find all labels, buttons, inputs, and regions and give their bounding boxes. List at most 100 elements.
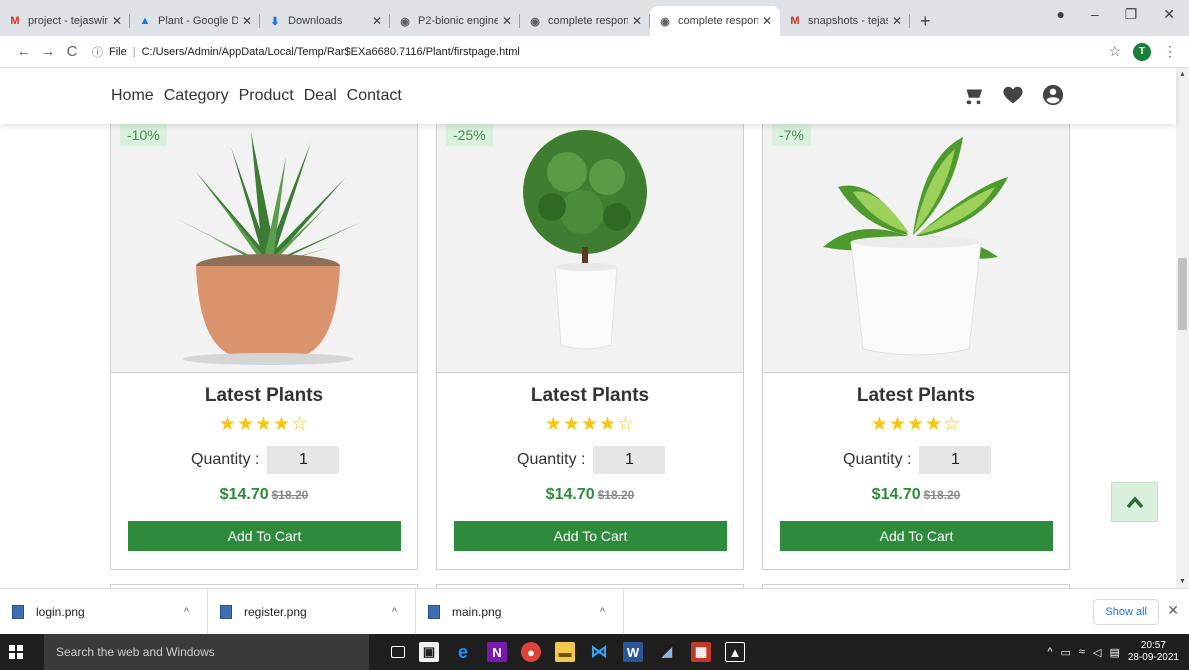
browser-tab[interactable]: ◉ P2-bionic engine ✕ — [390, 6, 520, 36]
show-all-button[interactable]: Show all — [1093, 599, 1159, 625]
vscode-icon[interactable]: ⋈ — [589, 642, 609, 662]
menu-kebab-icon[interactable]: ⋮ — [1163, 43, 1177, 60]
chevron-up-icon[interactable]: ^ — [184, 606, 189, 618]
browser-tab[interactable]: Mproject - tejaswin ✕ — [0, 6, 130, 36]
drive-icon: ▲ — [139, 15, 151, 27]
chrome-icon[interactable]: ● — [521, 642, 541, 662]
download-filename: main.png — [452, 604, 502, 619]
download-item[interactable]: register.png ^ — [208, 588, 416, 635]
edge-browser-icon[interactable]: e — [453, 642, 473, 662]
quantity-input[interactable]: 1 — [267, 446, 340, 474]
clock-time: 20:57 — [1140, 640, 1166, 651]
tray-chevron-icon[interactable]: ^ — [1047, 646, 1052, 658]
back-button[interactable]: ← — [12, 43, 36, 60]
new-tab-button[interactable]: + — [910, 6, 941, 36]
chevron-up-icon[interactable]: ^ — [600, 606, 605, 618]
main-nav: Home Category Product Deal Contact — [111, 87, 402, 105]
add-to-cart-button[interactable]: Add To Cart — [780, 521, 1053, 551]
tab-title: snapshots - tejas — [808, 15, 888, 27]
tab-close-icon[interactable]: ✕ — [112, 14, 122, 28]
quantity-input[interactable]: 1 — [593, 446, 666, 474]
page-scrollbar[interactable]: ▲ ▼ — [1176, 68, 1189, 588]
tab-close-icon[interactable]: ✕ — [502, 14, 512, 28]
globe-icon: ◉ — [530, 15, 540, 28]
close-icon[interactable]: ✕ — [1167, 602, 1179, 619]
info-icon[interactable]: ⓘ — [92, 44, 103, 60]
browser-tab[interactable]: ▲ Plant - Google Dr ✕ — [130, 6, 260, 36]
old-price: $18.20 — [271, 488, 309, 502]
download-item[interactable]: main.png ^ — [416, 588, 624, 635]
volume-icon[interactable]: ◁ — [1093, 646, 1101, 659]
scrollbar-thumb[interactable] — [1178, 258, 1187, 330]
image-file-icon — [220, 604, 232, 619]
tab-close-icon[interactable]: ✕ — [762, 14, 772, 28]
close-window-button[interactable]: ✕ — [1163, 6, 1175, 23]
url-text: C:/Users/Admin/AppData/Local/Temp/Rar$EX… — [141, 45, 520, 58]
task-view-icon[interactable] — [391, 646, 405, 658]
product-card: -10% Latest Plants ★★★★☆ Quantity : 1 $1… — [110, 116, 418, 570]
tab-close-icon[interactable]: ✕ — [892, 14, 902, 28]
profile-circle-icon[interactable]: ● — [1056, 6, 1064, 23]
file-explorer-icon[interactable]: ▬ — [555, 642, 575, 662]
nav-home[interactable]: Home — [111, 87, 154, 105]
notification-icon[interactable]: ▤ — [1109, 646, 1119, 659]
onenote-icon[interactable]: N — [487, 642, 507, 662]
taskbar-search-input[interactable]: Search the web and Windows — [44, 634, 369, 670]
heart-icon[interactable] — [1002, 84, 1024, 106]
browser-tab[interactable]: ◉ complete respon ✕ — [520, 6, 650, 36]
word-icon[interactable]: W — [623, 642, 643, 662]
browser-tab[interactable]: Msnapshots - tejas ✕ — [780, 6, 910, 36]
download-item[interactable]: login.png ^ — [0, 588, 208, 635]
tab-close-icon[interactable]: ✕ — [632, 14, 642, 28]
quantity-input[interactable]: 1 — [919, 446, 992, 474]
user-account-icon[interactable] — [1042, 84, 1064, 106]
start-button[interactable] — [0, 634, 32, 670]
download-filename: register.png — [244, 604, 307, 619]
product-card: -25% Latest Plants ★★★★☆ Quantity : 1 $1… — [436, 116, 744, 570]
browser-tab[interactable]: ⬇ Downloads ✕ — [260, 6, 390, 36]
store-icon[interactable]: ▣ — [419, 642, 439, 662]
chevron-up-icon[interactable]: ^ — [392, 606, 397, 618]
system-tray: ^ ▭ ≈ ◁ ▤ 20:57 28-09-2021 — [1047, 634, 1179, 670]
browser-tab-strip: Mproject - tejaswin ✕ ▲ Plant - Google Dr ✕ ⬇… — [0, 0, 1189, 36]
forward-button[interactable]: → — [36, 43, 60, 60]
reload-button[interactable]: C — [60, 43, 84, 60]
app-feather-icon[interactable]: ◢ — [657, 642, 677, 662]
profile-avatar[interactable]: T — [1133, 42, 1151, 61]
windows-logo-icon — [9, 645, 23, 659]
scroll-up-arrow-icon[interactable]: ▲ — [1179, 71, 1186, 78]
nav-deal[interactable]: Deal — [304, 87, 337, 105]
app-grid-icon[interactable]: ▦ — [691, 642, 711, 662]
current-price: $14.70 — [219, 486, 269, 503]
tab-close-icon[interactable]: ✕ — [242, 14, 252, 28]
tab-title: complete respon — [548, 15, 628, 27]
url-field[interactable]: ⓘ File | C:/Users/Admin/AppData/Local/Te… — [92, 40, 1108, 64]
minimize-button[interactable]: – — [1091, 6, 1099, 23]
browser-tab[interactable]: ◉ complete respon ✕ — [650, 6, 780, 36]
add-to-cart-button[interactable]: Add To Cart — [454, 521, 727, 551]
product-card: -7% Latest Plants ★★★★☆ Quantity: 1 $14… — [762, 116, 1070, 570]
nav-category[interactable]: Category — [164, 87, 229, 105]
discount-badge: -25% — [446, 124, 493, 146]
globe-icon: ◉ — [400, 15, 410, 28]
scroll-down-arrow-icon[interactable]: ▼ — [1179, 578, 1186, 585]
battery-icon[interactable]: ▭ — [1061, 646, 1071, 659]
photos-icon[interactable]: ▲ — [725, 642, 745, 662]
url-separator: | — [132, 45, 136, 58]
bookmark-star-icon[interactable]: ☆ — [1108, 43, 1121, 60]
quantity-row: Quantity : 1 — [191, 446, 340, 474]
add-to-cart-button[interactable]: Add To Cart — [128, 521, 401, 551]
taskbar-clock[interactable]: 20:57 28-09-2021 — [1128, 640, 1179, 664]
discount-badge: -10% — [120, 124, 167, 146]
current-price: $14.70 — [545, 486, 595, 503]
dieffenbachia-plant-image — [823, 137, 1008, 356]
nav-product[interactable]: Product — [239, 87, 294, 105]
shopping-cart-icon[interactable] — [962, 84, 984, 106]
tab-close-icon[interactable]: ✕ — [372, 14, 382, 28]
wifi-icon[interactable]: ≈ — [1079, 646, 1085, 658]
rating-stars: ★★★★☆ — [870, 414, 962, 435]
restore-button[interactable]: ❐ — [1125, 6, 1138, 23]
scroll-to-top-button[interactable] — [1111, 482, 1158, 522]
topiary-plant-image — [523, 130, 647, 350]
nav-contact[interactable]: Contact — [347, 87, 402, 105]
